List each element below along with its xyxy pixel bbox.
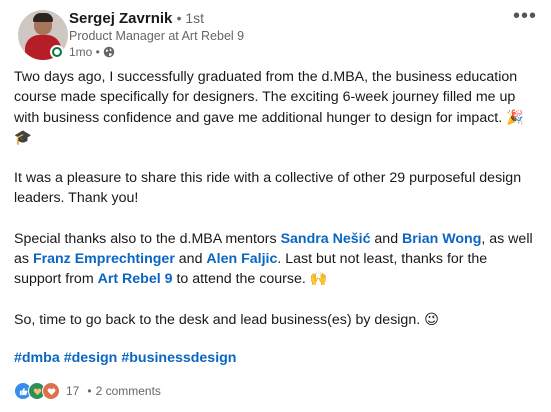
separator-dot: • bbox=[87, 384, 92, 398]
avatar-hair bbox=[33, 13, 53, 22]
post-text: Two days ago, I successfully graduated f… bbox=[14, 69, 518, 126]
author-name[interactable]: Sergej Zavrnik bbox=[69, 10, 172, 27]
hashtag-link[interactable]: #dmba bbox=[14, 350, 60, 366]
love-icon bbox=[42, 382, 60, 400]
globe-icon bbox=[103, 46, 115, 58]
mention-link[interactable]: Brian Wong bbox=[402, 231, 481, 247]
hashtag-link[interactable]: #businessdesign bbox=[121, 350, 236, 366]
open-to-work-indicator bbox=[50, 45, 64, 59]
mention-link[interactable]: Franz Emprechtinger bbox=[33, 251, 175, 267]
post-text: and bbox=[370, 230, 403, 247]
post-meta: 1mo • bbox=[69, 45, 115, 59]
author-headline: Product Manager at Art Rebel 9 bbox=[69, 29, 245, 43]
post-text: Special thanks also to the d.MBA mentors bbox=[14, 230, 281, 247]
reaction-icons[interactable] bbox=[14, 382, 60, 400]
comments-count-link[interactable]: 2 comments bbox=[96, 384, 161, 398]
reaction-count[interactable]: 17 bbox=[66, 384, 79, 398]
post-paragraph: Two days ago, I successfully graduated f… bbox=[14, 67, 536, 148]
post-header: Sergej Zavrnik • 1st Product Manager at … bbox=[18, 6, 551, 64]
hashtag-link[interactable]: #design bbox=[64, 350, 118, 366]
post-text: to attend the course. bbox=[172, 271, 310, 288]
more-options-icon[interactable]: ••• bbox=[513, 6, 537, 26]
post-text: It was a pleasure to share this ride wit… bbox=[14, 170, 522, 207]
post-text: and bbox=[174, 251, 207, 268]
post-body: Two days ago, I successfully graduated f… bbox=[14, 67, 536, 330]
post-paragraph: Special thanks also to the d.MBA mentors… bbox=[14, 229, 536, 290]
hashtags: #dmba #design #businessdesign bbox=[14, 350, 240, 366]
raised-hands-emoji: 🙌 bbox=[309, 271, 328, 288]
company-mention-link[interactable]: Art Rebel 9 bbox=[98, 271, 173, 287]
post-paragraph: It was a pleasure to share this ride wit… bbox=[14, 168, 536, 209]
post-text: So, time to go back to the desk and lead… bbox=[14, 311, 425, 328]
mention-link[interactable]: Alen Faljic bbox=[206, 251, 277, 267]
connection-degree: • 1st bbox=[176, 10, 205, 26]
wink-emoji: 😉 bbox=[424, 311, 439, 328]
author-name-row: Sergej Zavrnik • 1st bbox=[69, 10, 204, 27]
social-counts: 17 • 2 comments bbox=[14, 381, 161, 401]
post-paragraph: So, time to go back to the desk and lead… bbox=[14, 310, 536, 330]
mention-link[interactable]: Sandra Nešić bbox=[281, 231, 371, 247]
post-time: 1mo • bbox=[69, 45, 100, 59]
